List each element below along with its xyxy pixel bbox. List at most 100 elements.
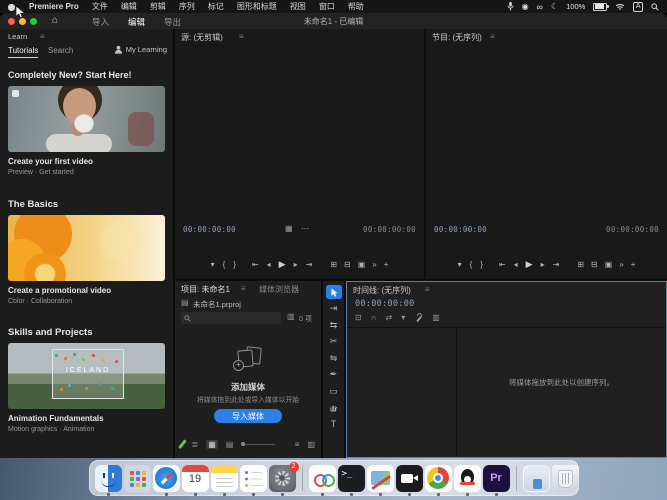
insert-icon[interactable]: ⊞ <box>330 260 337 269</box>
project-panel-tab[interactable]: 项目: 未命名1 <box>181 284 230 295</box>
extract-icon[interactable]: ⊟ <box>591 260 598 269</box>
add-marker-icon[interactable]: ▾ <box>458 260 462 269</box>
card2-title[interactable]: Create a promotional video <box>8 286 111 295</box>
input-source-icon[interactable]: A <box>633 2 643 12</box>
menu-file[interactable]: 文件 <box>92 1 108 12</box>
screen-record-icon[interactable]: ◉ <box>522 2 529 11</box>
active-app-name[interactable]: Premiere Pro <box>29 2 79 11</box>
drag-av-icon[interactable]: » <box>372 260 376 269</box>
slip-tool[interactable]: ⇋ <box>326 351 342 365</box>
linked-selection-icon[interactable]: ⇄ <box>385 313 392 322</box>
dock-minimized-window-icon[interactable] <box>523 465 550 492</box>
razor-tool[interactable]: ✂ <box>326 335 342 349</box>
type-tool[interactable]: T <box>326 417 342 431</box>
step-forward-icon[interactable]: ▸ <box>294 260 298 269</box>
dock-finder-icon[interactable] <box>95 465 122 492</box>
export-frame-icon[interactable]: ▣ <box>605 260 613 269</box>
menu-window[interactable]: 窗口 <box>319 1 335 12</box>
list-view-icon[interactable]: ≣ <box>192 440 199 449</box>
goto-in-icon[interactable]: ⇤ <box>252 260 259 269</box>
dock-qq-icon[interactable] <box>454 465 481 492</box>
dock-terminal-icon[interactable]: >_ <box>338 465 365 492</box>
insert-as-nest-icon[interactable]: ⊡ <box>355 313 362 322</box>
creative-cloud-menubar-icon[interactable]: ∞ <box>537 2 543 12</box>
battery-icon[interactable] <box>593 3 607 11</box>
zoom-window-button[interactable] <box>30 18 37 25</box>
timeline-timecode[interactable]: 00:00:00:00 <box>355 299 415 309</box>
mark-out-icon[interactable]: } <box>233 260 236 269</box>
new-item-icon[interactable]: ▥ <box>307 440 315 449</box>
menu-help[interactable]: 帮助 <box>348 1 364 12</box>
timeline-panel-tab[interactable]: 时间线: (无序列) <box>353 285 411 296</box>
source-settings-icon[interactable]: ▦ <box>285 224 293 233</box>
mark-in-icon[interactable]: { <box>223 260 226 269</box>
zoom-slider[interactable] <box>241 442 275 446</box>
button-editor-icon[interactable]: + <box>631 260 636 269</box>
track-select-forward-tool[interactable]: ⇥ <box>326 302 342 316</box>
source-monitor-tab[interactable]: 源: (无剪辑) <box>181 32 223 43</box>
wifi-icon[interactable] <box>615 3 625 11</box>
source-current-timecode[interactable]: 00:00:00:00 <box>183 225 236 234</box>
play-button-icon[interactable]: ▶ <box>279 259 286 270</box>
learn-panel-menu-icon[interactable]: ≡ <box>40 32 45 41</box>
timeline-panel-menu-icon[interactable]: ≡ <box>425 285 430 294</box>
lift-icon[interactable]: ⊞ <box>577 260 584 269</box>
step-back-icon[interactable]: ◂ <box>514 260 518 269</box>
timeline-settings-wrench-icon[interactable] <box>414 313 423 322</box>
card1-title[interactable]: Create your first video <box>8 157 93 166</box>
dock-preview-icon[interactable] <box>367 465 394 492</box>
source-panel-menu-icon[interactable]: ≡ <box>239 32 244 41</box>
sort-icon[interactable]: ≡ <box>295 440 300 449</box>
dock-notes-icon[interactable] <box>211 465 238 492</box>
import-media-button[interactable]: 导入媒体 <box>214 409 282 423</box>
icon-view-icon[interactable]: ▦ <box>206 440 218 449</box>
tutorial-card-promotional[interactable] <box>8 215 165 281</box>
home-icon[interactable]: ⌂ <box>52 15 58 26</box>
dock-trash-icon[interactable] <box>552 465 579 492</box>
freeform-view-icon[interactable]: ▤ <box>226 440 234 449</box>
do-not-disturb-icon[interactable]: ☾ <box>551 2 558 11</box>
learn-nav-tutorials[interactable]: Tutorials <box>8 46 38 58</box>
menu-markers[interactable]: 标记 <box>208 1 224 12</box>
ripple-edit-tool[interactable]: ⇆ <box>326 318 342 332</box>
zoom-slider-track[interactable] <box>245 444 275 445</box>
overwrite-icon[interactable]: ⊟ <box>344 260 351 269</box>
project-search-input[interactable] <box>194 312 278 324</box>
mark-in-icon[interactable]: { <box>470 260 473 269</box>
microphone-icon[interactable] <box>507 2 514 11</box>
export-frame-icon[interactable]: ▣ <box>358 260 366 269</box>
program-monitor-tab[interactable]: 节目: (无序列) <box>432 32 482 43</box>
dock-calendar-icon[interactable]: 19 <box>182 465 209 492</box>
menu-sequence[interactable]: 序列 <box>179 1 195 12</box>
learn-nav-search[interactable]: Search <box>48 46 73 55</box>
learn-panel-tab[interactable]: Learn <box>8 32 27 41</box>
hand-tool[interactable] <box>326 401 342 415</box>
selection-tool[interactable] <box>326 285 342 299</box>
tab-import[interactable]: 导入 <box>92 16 109 28</box>
tutorial-card-first-video[interactable] <box>8 86 165 152</box>
timeline-add-marker-icon[interactable]: ▾ <box>401 313 405 322</box>
menu-clip[interactable]: 剪辑 <box>150 1 166 12</box>
button-editor-icon[interactable]: + <box>384 260 389 269</box>
captions-icon[interactable]: ▥ <box>432 313 440 322</box>
tab-edit[interactable]: 编辑 <box>128 16 145 30</box>
snap-magnet-icon[interactable]: ∩ <box>371 313 377 322</box>
dock-reminders-icon[interactable] <box>240 465 267 492</box>
dock-premiere-icon[interactable]: Pr <box>483 465 510 492</box>
rectangle-tool[interactable]: ▭ <box>326 384 342 398</box>
program-current-timecode[interactable]: 00:00:00:00 <box>434 225 487 234</box>
tab-export[interactable]: 导出 <box>164 16 181 28</box>
goto-out-icon[interactable]: ⇥ <box>306 260 313 269</box>
play-button-icon[interactable]: ▶ <box>526 259 533 270</box>
source-more-icon[interactable]: ⋯ <box>301 224 309 233</box>
close-window-button[interactable] <box>8 18 15 25</box>
my-learning-link[interactable]: My Learning <box>114 45 167 54</box>
dock-creative-cloud-icon[interactable] <box>309 465 336 492</box>
drag-av-icon[interactable]: » <box>619 260 623 269</box>
dock-launchpad-icon[interactable] <box>124 465 151 492</box>
project-bin-name[interactable]: 未命名1.prproj <box>193 299 241 310</box>
program-panel-menu-icon[interactable]: ≡ <box>490 32 495 41</box>
tutorial-card-animation[interactable]: ICELAND <box>8 343 165 409</box>
dock-video-app-icon[interactable] <box>396 465 423 492</box>
menu-view[interactable]: 视图 <box>290 1 306 12</box>
